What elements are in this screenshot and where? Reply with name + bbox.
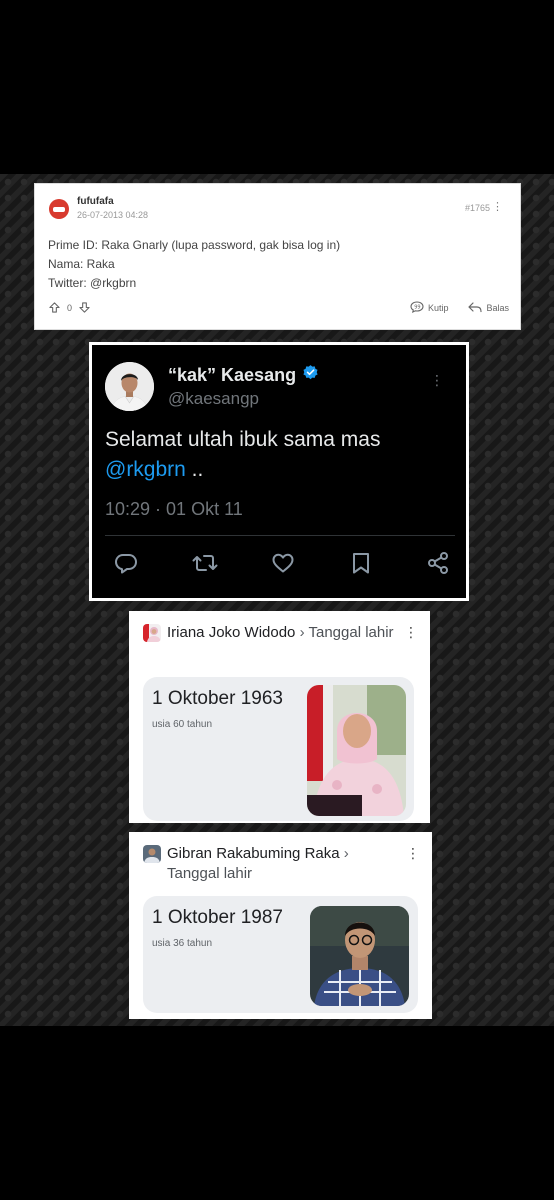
birthdate-card: Iriana Joko Widodo › Tanggal lahir ⋮ 1 O… — [129, 611, 430, 823]
birthdate-value: 1 Oktober 1963 — [152, 688, 283, 709]
forum-post-card: fufufafa 26-07-2013 04:28 #1765 ⋮ Prime … — [34, 183, 521, 330]
post-line: Prime ID: Raka Gnarly (lupa password, ga… — [48, 238, 341, 252]
user-avatar[interactable] — [49, 199, 69, 219]
person-name: Gibran Rakabuming Raka — [167, 845, 340, 862]
more-options-icon[interactable]: ⋮ — [430, 373, 444, 387]
age-text: usia 60 tahun — [152, 719, 213, 730]
attribute-label: Tanggal lahir — [167, 865, 253, 882]
more-options-icon[interactable]: ⋮ — [404, 625, 418, 639]
quote-icon: 99 — [410, 301, 424, 315]
reply-button[interactable]: Balas — [468, 301, 509, 315]
person-name: Iriana Joko Widodo — [167, 624, 296, 641]
card-header[interactable]: Gibran Rakabuming Raka › Tanggal lahir — [143, 844, 349, 884]
more-options-icon[interactable]: ⋮ — [406, 846, 420, 860]
tweet-actions — [114, 551, 450, 580]
upvote-icon[interactable] — [49, 301, 60, 315]
quote-label: Kutip — [427, 303, 449, 313]
person-thumbnail — [143, 624, 161, 642]
tweet-text: Selamat ultah ibuk sama mas @rkgbrn .. — [105, 428, 381, 481]
like-icon[interactable] — [271, 551, 295, 580]
vote-count: 0 — [67, 303, 73, 313]
post-line: Nama: Raka — [48, 257, 115, 271]
svg-text:99: 99 — [414, 305, 420, 311]
share-icon[interactable] — [426, 551, 450, 580]
person-thumbnail — [143, 845, 161, 863]
more-options-icon[interactable]: ⋮ — [492, 202, 503, 213]
reply-icon — [468, 301, 483, 315]
tweet-timestamp[interactable]: 10:29 · 01 Okt 11 — [105, 499, 243, 520]
post-footer: 0 99 Kutip Balas — [49, 301, 509, 315]
bookmark-icon[interactable] — [349, 551, 373, 580]
post-body: Prime ID: Raka Gnarly (lupa password, ga… — [48, 236, 340, 293]
person-photo[interactable] — [307, 685, 406, 816]
mention-link[interactable]: @rkgbrn — [105, 458, 186, 481]
downvote-icon[interactable] — [79, 301, 90, 315]
vote-controls: 0 — [49, 301, 90, 315]
birthdate-value: 1 Oktober 1987 — [152, 907, 283, 928]
answer-box: 1 Oktober 1987 usia 36 tahun — [143, 896, 418, 1013]
age-text: usia 36 tahun — [152, 938, 213, 949]
post-number[interactable]: #1765 — [465, 203, 490, 213]
user-handle[interactable]: @kaesangp — [168, 389, 259, 409]
username[interactable]: fufufafa — [77, 196, 114, 207]
person-photo[interactable] — [310, 906, 409, 1006]
birthdate-card: Gibran Rakabuming Raka › Tanggal lahir ⋮ … — [129, 832, 432, 1019]
reply-label: Balas — [486, 303, 509, 313]
card-header[interactable]: Iriana Joko Widodo › Tanggal lahir — [143, 623, 394, 643]
post-line: Twitter: @rkgbrn — [48, 276, 137, 290]
verified-badge-icon — [302, 364, 319, 386]
post-date: 26-07-2013 04:28 — [77, 210, 149, 220]
reply-icon[interactable] — [114, 551, 138, 580]
tweet-card: “kak” Kaesang @kaesangp ⋮ Selamat ultah … — [89, 342, 469, 601]
retweet-icon[interactable] — [192, 551, 218, 580]
display-name[interactable]: “kak” Kaesang — [168, 364, 319, 386]
quote-button[interactable]: 99 Kutip — [410, 301, 449, 315]
profile-photo[interactable] — [105, 362, 154, 411]
divider — [105, 535, 455, 536]
attribute-label: Tanggal lahir — [308, 624, 394, 641]
answer-box: 1 Oktober 1963 usia 60 tahun — [143, 677, 414, 821]
